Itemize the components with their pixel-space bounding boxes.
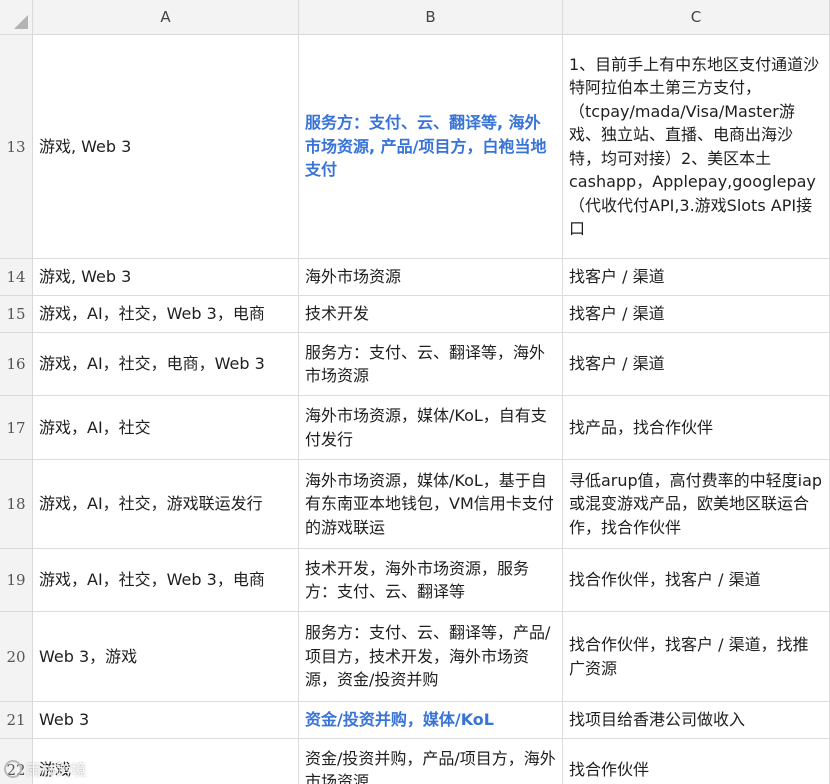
cell-a21[interactable]: Web 3 [33, 702, 299, 739]
cell-text: 游戏，AI，社交，Web 3，电商 [39, 570, 265, 590]
cell-text: 游戏，AI，社交 [39, 417, 151, 437]
cell-text: 找合作伙伴 [569, 760, 650, 780]
cell-c21[interactable]: 找项目给香港公司做收入 [563, 702, 830, 739]
row-header[interactable]: 22 [0, 739, 33, 784]
cell-text: 海外市场资源，媒体/KoL，基于自有东南亚本地钱包，VM信用卡支付的游戏联运 [305, 470, 554, 537]
cell-a13[interactable]: 游戏, Web 3 [33, 35, 299, 259]
cell-b20[interactable]: 服务方：支付、云、翻译等，产品/项目方，技术开发，海外市场资源，资金/投资并购 [299, 612, 563, 702]
cell-b14[interactable]: 海外市场资源 [299, 259, 563, 296]
cell-a15[interactable]: 游戏，AI，社交，Web 3，电商 [33, 296, 299, 333]
cell-text: 找客户 / 渠道 [569, 304, 665, 324]
cell-text: 服务方：支付、云、翻译等，海外市场资源 [305, 342, 546, 386]
cell-c15[interactable]: 找客户 / 渠道 [563, 296, 830, 333]
cell-c14[interactable]: 找客户 / 渠道 [563, 259, 830, 296]
cell-text: 找合作伙伴，找客户 / 渠道 [569, 570, 761, 590]
cell-a17[interactable]: 游戏，AI，社交 [33, 396, 299, 460]
cell-c13[interactable]: 1、目前手上有中东地区支付通道沙特阿拉伯本土第三方支付，（tcpay/mada/… [563, 35, 830, 259]
cell-text: 找合作伙伴，找客户 / 渠道，找推广资源 [569, 635, 809, 678]
cell-b17[interactable]: 海外市场资源，媒体/KoL，自有支付发行 [299, 396, 563, 460]
row-header[interactable]: 19 [0, 549, 33, 612]
row-header[interactable]: 13 [0, 35, 33, 259]
cell-text: Web 3，游戏 [39, 646, 138, 666]
cell-text: Web 3 [39, 710, 90, 730]
row-header[interactable]: 15 [0, 296, 33, 333]
cell-text: 技术开发 [305, 304, 370, 324]
select-all-corner[interactable] [0, 0, 33, 35]
cell-c20[interactable]: 找合作伙伴，找客户 / 渠道，找推广资源 [563, 612, 830, 702]
spreadsheet-grid: A B C 13 游戏, Web 3 服务方：支付、云、翻译等, 海外市场资源,… [0, 0, 830, 784]
cell-a18[interactable]: 游戏，AI，社交，游戏联运发行 [33, 460, 299, 549]
column-header-a[interactable]: A [33, 0, 299, 35]
cell-text: 找产品，找合作伙伴 [569, 417, 714, 437]
cell-b15[interactable]: 技术开发 [299, 296, 563, 333]
cell-b13[interactable]: 服务方：支付、云、翻译等, 海外市场资源, 产品/项目方，白袍当地支付 [299, 35, 563, 259]
cell-text: 找项目给香港公司做收入 [569, 710, 746, 730]
cell-c16[interactable]: 找客户 / 渠道 [563, 333, 830, 396]
cell-a22[interactable]: 游戏 [33, 739, 299, 784]
cell-b21[interactable]: 资金/投资并购，媒体/KoL [299, 702, 563, 739]
cell-text: 游戏，AI，社交，游戏联运发行 [39, 494, 263, 514]
cell-a14[interactable]: 游戏, Web 3 [33, 259, 299, 296]
cell-text: 找客户 / 渠道 [569, 354, 665, 374]
cell-a16[interactable]: 游戏，AI，社交，电商，Web 3 [33, 333, 299, 396]
cell-text: 游戏, Web 3 [39, 136, 132, 156]
cell-text: 海外市场资源，媒体/KoL，自有支付发行 [305, 406, 547, 449]
cell-text: 技术开发，海外市场资源，服务方：支付、云、翻译等 [305, 558, 530, 602]
column-header-b[interactable]: B [299, 0, 563, 35]
cell-text: 游戏, Web 3 [39, 267, 132, 287]
cell-c22[interactable]: 找合作伙伴 [563, 739, 830, 784]
cell-b16[interactable]: 服务方：支付、云、翻译等，海外市场资源 [299, 333, 563, 396]
cell-text: 游戏，AI，社交，电商，Web 3 [39, 354, 265, 374]
row-header[interactable]: 20 [0, 612, 33, 702]
cell-b19[interactable]: 技术开发，海外市场资源，服务方：支付、云、翻译等 [299, 549, 563, 612]
select-all-triangle-icon [14, 15, 28, 29]
cell-text: 服务方：支付、云、翻译等, 海外市场资源, 产品/项目方，白袍当地支付 [305, 113, 547, 180]
cell-c19[interactable]: 找合作伙伴，找客户 / 渠道 [563, 549, 830, 612]
cell-a20[interactable]: Web 3，游戏 [33, 612, 299, 702]
cell-c18[interactable]: 寻低arup值，高付费率的中轻度iap或混变游戏产品，欧美地区联运合作，找合作伙… [563, 460, 830, 549]
row-header[interactable]: 18 [0, 460, 33, 549]
cell-text: 寻低arup值，高付费率的中轻度iap或混变游戏产品，欧美地区联运合作，找合作伙… [569, 470, 823, 537]
row-header[interactable]: 14 [0, 259, 33, 296]
cell-text: 游戏 [39, 760, 72, 780]
row-header[interactable]: 17 [0, 396, 33, 460]
cell-text: 1、目前手上有中东地区支付通道沙特阿拉伯本土第三方支付，（tcpay/mada/… [569, 54, 820, 239]
cell-text: 资金/投资并购，产品/项目方，海外市场资源 [305, 748, 556, 784]
cell-b18[interactable]: 海外市场资源，媒体/KoL，基于自有东南亚本地钱包，VM信用卡支付的游戏联运 [299, 460, 563, 549]
cell-text: 找客户 / 渠道 [569, 267, 665, 287]
cell-text: 游戏，AI，社交，Web 3，电商 [39, 304, 265, 324]
row-header[interactable]: 21 [0, 702, 33, 739]
cell-text: 资金/投资并购，媒体/KoL [305, 710, 494, 730]
cell-text: 海外市场资源 [305, 267, 402, 287]
row-header[interactable]: 16 [0, 333, 33, 396]
column-header-c[interactable]: C [563, 0, 830, 35]
cell-c17[interactable]: 找产品，找合作伙伴 [563, 396, 830, 460]
cell-b22[interactable]: 资金/投资并购，产品/项目方，海外市场资源 [299, 739, 563, 784]
cell-a19[interactable]: 游戏，AI，社交，Web 3，电商 [33, 549, 299, 612]
cell-text: 服务方：支付、云、翻译等，产品/项目方，技术开发，海外市场资源，资金/投资并购 [305, 623, 551, 690]
